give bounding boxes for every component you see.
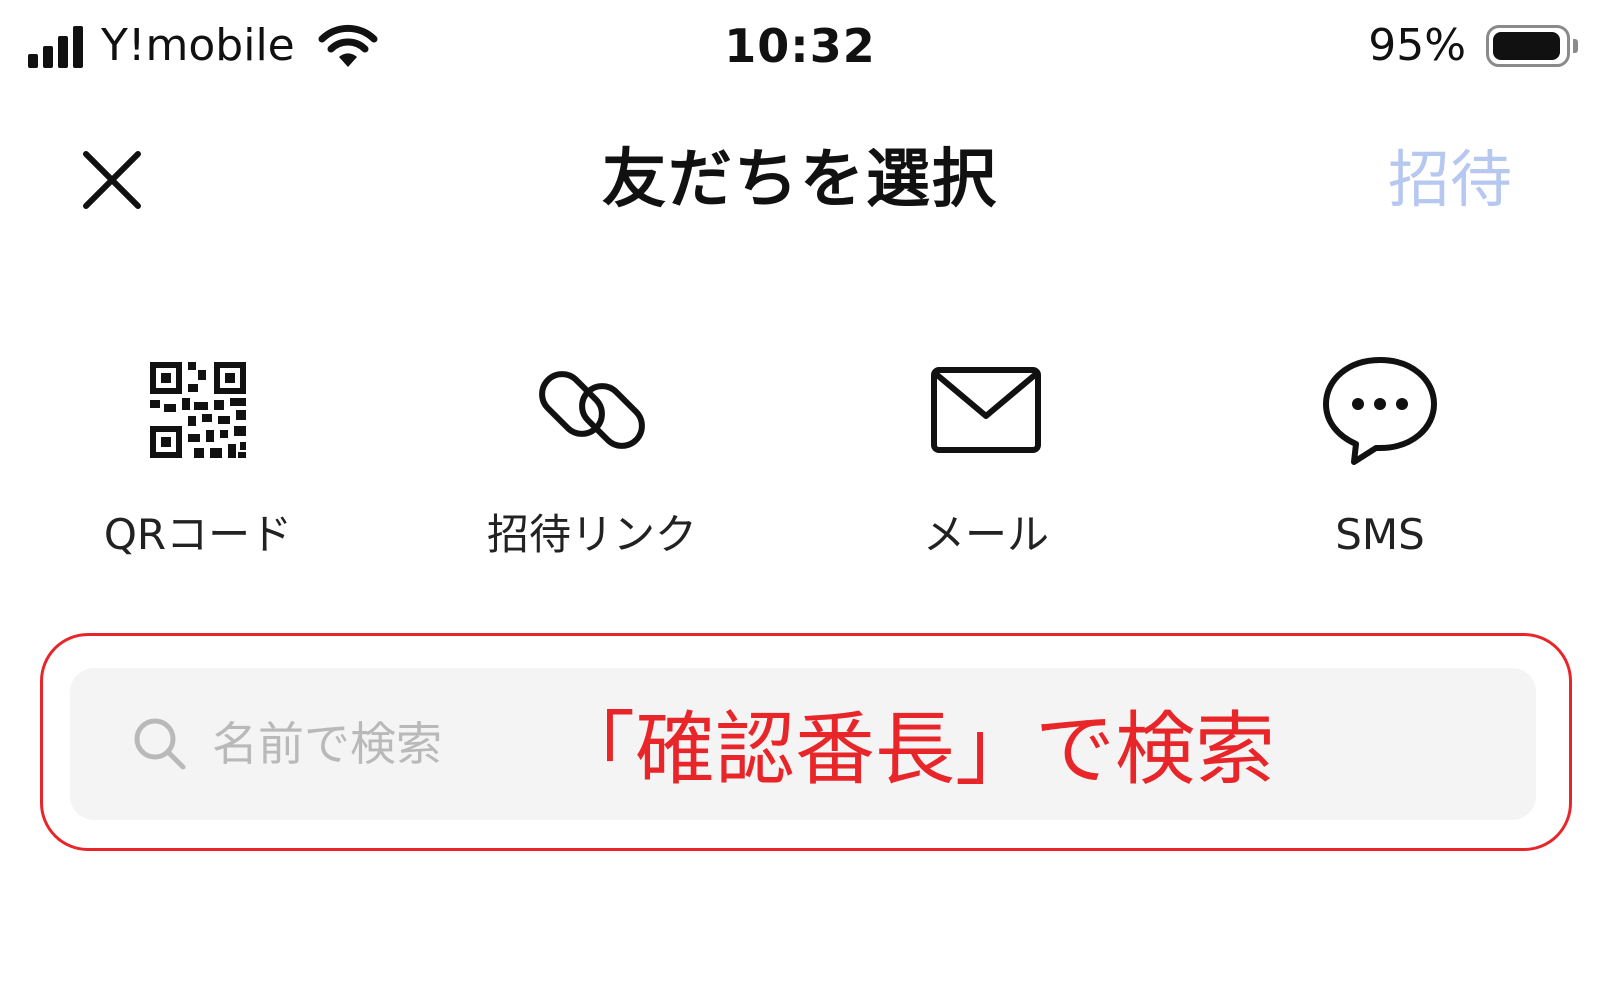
battery-icon [1486, 25, 1570, 67]
annotation-text: 「確認番長」で検索 [555, 703, 1275, 796]
page-title: 友だちを選択 [602, 143, 998, 217]
option-label: QRコード [103, 510, 293, 559]
option-label: 招待リンク [486, 510, 697, 559]
navigation-header: 友だちを選択 招待 [0, 110, 1600, 250]
qr-code-icon [150, 362, 246, 458]
option-mail[interactable]: メール [836, 340, 1136, 580]
status-time: 10:32 [724, 19, 876, 73]
search-icon [134, 718, 186, 770]
battery-percent: 95% [1368, 20, 1466, 71]
battery-level [1493, 32, 1560, 60]
battery-tip [1573, 39, 1578, 53]
option-label: メール [922, 510, 1049, 559]
option-label: SMS [1335, 510, 1425, 559]
chat-bubble-icon [1323, 357, 1437, 465]
mail-icon [931, 367, 1041, 453]
option-qr-code[interactable]: QRコード [48, 340, 348, 580]
status-bar: Y!mobile 10:32 95% [0, 0, 1600, 92]
invite-options: QRコード 招待リンク メール SMS [0, 340, 1600, 580]
invite-button[interactable]: 招待 [1388, 110, 1512, 250]
link-icon [539, 371, 645, 449]
status-bar-right: 95% [1368, 14, 1578, 78]
option-sms[interactable]: SMS [1230, 340, 1530, 580]
search-input[interactable] [212, 698, 612, 790]
option-invite-link[interactable]: 招待リンク [442, 340, 742, 580]
